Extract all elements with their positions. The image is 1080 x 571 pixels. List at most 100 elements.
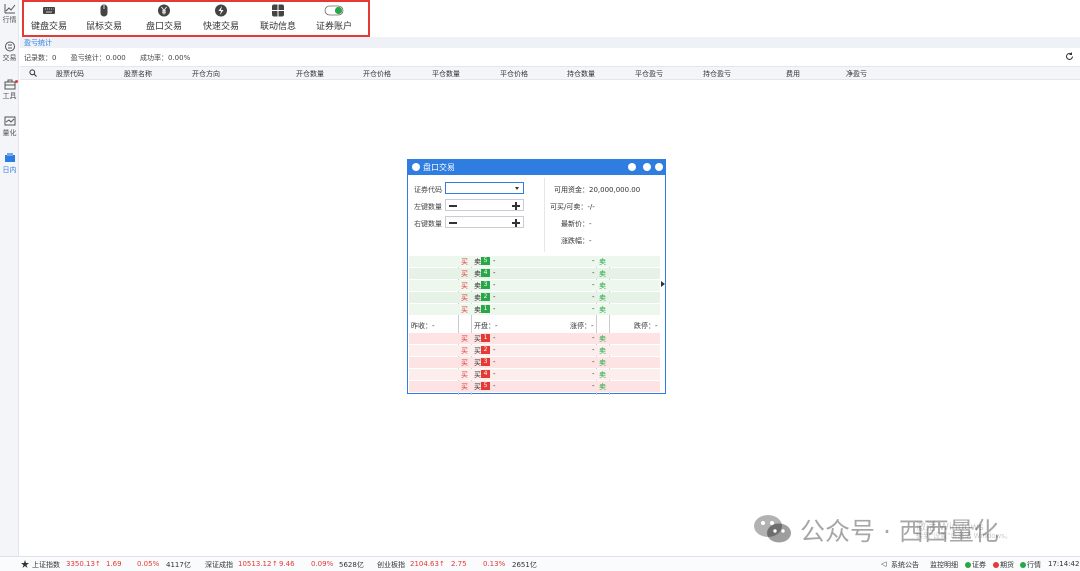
bid-row-3[interactable]: 买 买 3 - - 卖 [409, 357, 660, 368]
buy-tag[interactable]: 买 [461, 382, 468, 392]
bid-row-1[interactable]: 买 买 1 - - 卖 [409, 333, 660, 344]
right-qty-stepper[interactable] [445, 216, 524, 228]
ask-row-4[interactable]: 买 卖 4 - - 卖 [409, 268, 660, 279]
expand-right-icon[interactable] [661, 281, 665, 287]
quick-trade-button[interactable]: 快速交易 [201, 4, 241, 34]
minus-icon[interactable] [449, 222, 457, 224]
col-header[interactable]: 持仓盈亏 [703, 69, 731, 79]
last-price: 最新价：- [561, 220, 592, 228]
chart-line-icon [4, 4, 15, 14]
code-label: 证券代码 [414, 186, 442, 194]
sell-tag[interactable]: 卖 [599, 370, 606, 380]
nav-label: 量化 [2, 129, 17, 137]
orderbook-trade-button[interactable]: 盘口交易 [144, 4, 184, 34]
sell-tag[interactable]: 卖 [599, 257, 606, 267]
app-logo-icon [412, 163, 420, 171]
level-num: 4 [481, 269, 490, 277]
tab-pnl-stats[interactable]: 盈亏统计 [24, 38, 52, 48]
buy-tag[interactable]: 买 [461, 281, 468, 291]
conn-futures[interactable]: 期货 [993, 560, 1014, 570]
nav-item-quotes[interactable]: 行情 [0, 3, 19, 25]
toolbar-label: 鼠标交易 [85, 22, 122, 32]
ask-row-2[interactable]: 买 卖 2 - - 卖 [409, 292, 660, 303]
col-header[interactable]: 净盈亏 [846, 69, 867, 79]
index-name[interactable]: 深证成指 [205, 560, 233, 570]
ask-volume: - [592, 281, 595, 289]
mouse-trade-button[interactable]: 鼠标交易 [84, 4, 124, 34]
buy-tag[interactable]: 买 [461, 370, 468, 380]
nav-item-tools[interactable]: 工具 [0, 79, 19, 101]
conn-quote[interactable]: 行情 [1020, 560, 1041, 570]
sell-tag[interactable]: 卖 [599, 293, 606, 303]
col-header[interactable]: 持仓数量 [567, 69, 595, 79]
col-header[interactable]: 开仓数量 [296, 69, 324, 79]
dialog-titlebar[interactable]: 盘口交易 [408, 160, 665, 175]
sell-tag[interactable]: 卖 [599, 305, 606, 315]
buy-tag[interactable]: 买 [461, 305, 468, 315]
security-code-select[interactable] [445, 182, 524, 194]
bid-row-5[interactable]: 买 买 5 - - 卖 [409, 381, 660, 392]
keyboard-trade-button[interactable]: 键盘交易 [29, 4, 69, 34]
minimize-icon[interactable] [643, 163, 651, 171]
buy-tag[interactable]: 买 [461, 334, 468, 344]
nav-item-intraday[interactable]: 日内 [0, 153, 19, 175]
ask-row-1[interactable]: 买 卖 1 - - 卖 [409, 304, 660, 315]
ask-price: - [493, 293, 496, 301]
speaker-icon: ◁ [881, 560, 887, 568]
nav-item-quant[interactable]: 量化 [0, 116, 19, 138]
col-header[interactable]: 平仓数量 [432, 69, 460, 79]
sell-tag[interactable]: 卖 [599, 334, 606, 344]
refresh-icon[interactable] [1065, 52, 1074, 61]
linked-info-button[interactable]: 联动信息 [258, 4, 298, 34]
col-header[interactable]: 股票名称 [124, 69, 152, 79]
sell-tag[interactable]: 卖 [599, 281, 606, 291]
win-rate: 成功率：0.00% [139, 54, 191, 62]
close-icon[interactable] [655, 163, 663, 171]
buy-tag[interactable]: 买 [461, 257, 468, 267]
status-dot-icon [965, 562, 971, 568]
system-notice[interactable]: 系统公告 [891, 560, 919, 570]
pin-icon[interactable] [21, 560, 29, 568]
positions-table-header: 股票代码 股票名称 开仓方向 开仓数量 开仓价格 平仓数量 平仓价格 持仓数量 … [20, 66, 1080, 80]
col-header[interactable]: 开仓方向 [192, 69, 220, 79]
col-header[interactable]: 费用 [786, 69, 800, 79]
index-change: 1.69 [106, 560, 122, 568]
col-header[interactable]: 平仓盈亏 [635, 69, 663, 79]
level-num: 1 [481, 305, 490, 313]
left-qty-stepper[interactable] [445, 199, 524, 211]
settings-icon[interactable] [628, 163, 636, 171]
ask-row-5[interactable]: 买 卖 5 - - 卖 [409, 256, 660, 267]
sell-tag[interactable]: 卖 [599, 346, 606, 356]
buy-tag[interactable]: 买 [461, 358, 468, 368]
clock: 17:14:42 [1048, 560, 1080, 568]
sell-tag[interactable]: 卖 [599, 382, 606, 392]
col-header[interactable]: 平仓价格 [500, 69, 528, 79]
level-num: 3 [481, 358, 490, 366]
index-name[interactable]: 创业板指 [377, 560, 405, 570]
sell-tag[interactable]: 卖 [599, 269, 606, 279]
bid-price: - [493, 370, 496, 378]
index-amount: 4117亿 [166, 561, 191, 569]
buy-tag[interactable]: 买 [461, 346, 468, 356]
minus-icon[interactable] [449, 205, 457, 207]
search-icon[interactable] [29, 69, 37, 77]
index-change: 9.46 [279, 560, 295, 568]
ask-row-3[interactable]: 买 卖 3 - - 卖 [409, 280, 660, 291]
col-header[interactable]: 股票代码 [56, 69, 84, 79]
buy-tag[interactable]: 买 [461, 293, 468, 303]
sell-tag[interactable]: 卖 [599, 358, 606, 368]
securities-account-toggle[interactable]: 证券账户 [314, 4, 354, 34]
col-header[interactable]: 开仓价格 [363, 69, 391, 79]
nav-item-trade[interactable]: 交易 [0, 41, 19, 63]
bid-row-4[interactable]: 买 买 4 - - 卖 [409, 369, 660, 380]
ask-volume: - [592, 269, 595, 277]
buy-tag[interactable]: 买 [461, 269, 468, 279]
index-name[interactable]: 上证指数 [32, 560, 60, 570]
conn-stock[interactable]: 证券 [965, 560, 986, 570]
level-label: 卖 [474, 306, 481, 314]
ask-price: - [493, 257, 496, 265]
records-count: 记录数：0 [24, 54, 57, 62]
yuan-circle-icon [158, 4, 170, 17]
monitor-details[interactable]: 监控明细 [930, 560, 958, 570]
bid-row-2[interactable]: 买 买 2 - - 卖 [409, 345, 660, 356]
